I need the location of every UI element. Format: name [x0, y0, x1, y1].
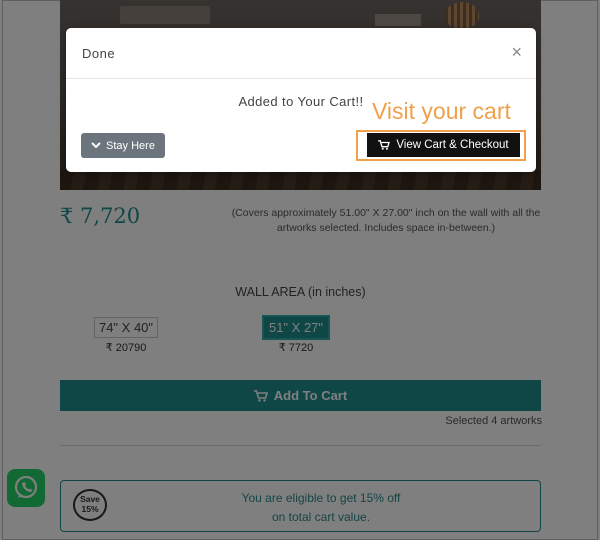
- modal-header: Done ×: [66, 28, 536, 79]
- chevron-down-icon: [91, 142, 101, 149]
- stay-here-label: Stay Here: [106, 139, 155, 152]
- annotation-text: Visit your cart: [372, 98, 511, 124]
- modal-title: Done: [82, 46, 116, 61]
- close-icon[interactable]: ×: [511, 42, 522, 63]
- annotation-highlight-box: [356, 130, 526, 161]
- stay-here-button[interactable]: Stay Here: [81, 133, 165, 158]
